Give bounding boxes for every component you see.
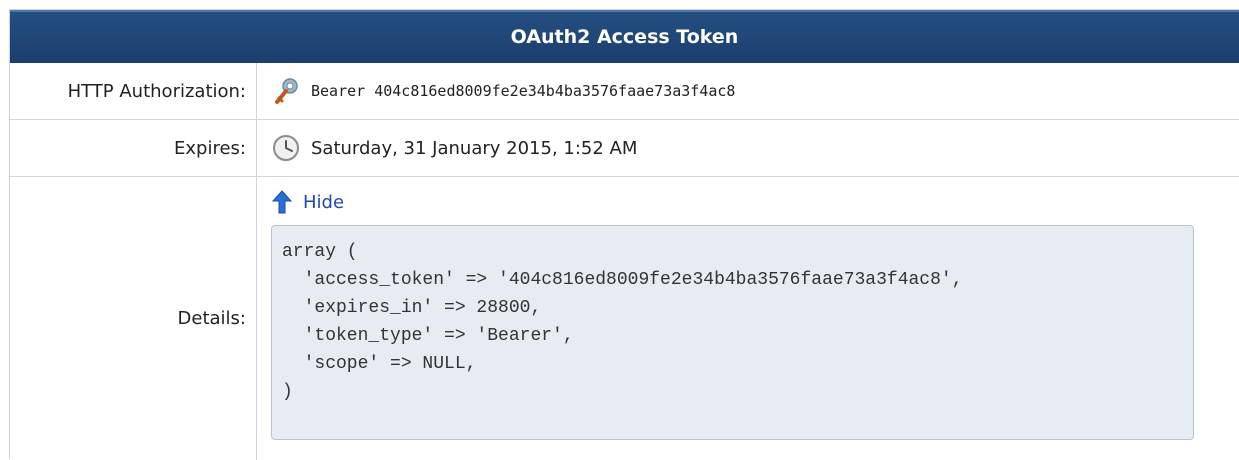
code-line: 'access_token' => '404c816ed8009fe2e34b4… xyxy=(282,270,963,290)
details-row: Details: Hide array ( 'access_token' => … xyxy=(10,177,1239,460)
authorization-token-text: Bearer 404c816ed8009fe2e34b4ba3576faae73… xyxy=(311,82,736,100)
expires-row: Expires: Saturday, 31 January 2015, 1:52… xyxy=(10,120,1239,177)
expires-date-text: Saturday, 31 January 2015, 1:52 AM xyxy=(311,137,638,159)
details-value-cell: Hide array ( 'access_token' => '404c816e… xyxy=(257,177,1239,460)
panel-title: OAuth2 Access Token xyxy=(10,10,1239,63)
expires-label: Expires: xyxy=(10,120,257,176)
authorization-value-cell: Bearer 404c816ed8009fe2e34b4ba3576faae73… xyxy=(257,63,1239,119)
expires-value-cell: Saturday, 31 January 2015, 1:52 AM xyxy=(257,120,1239,176)
details-code-block: array ( 'access_token' => '404c816ed8009… xyxy=(271,225,1194,440)
hide-link-label[interactable]: Hide xyxy=(303,192,344,213)
key-icon xyxy=(275,78,298,104)
clock-icon xyxy=(273,135,299,161)
code-line: 'token_type' => 'Bearer', xyxy=(282,326,574,346)
arrow-up-icon xyxy=(271,190,293,214)
code-line: 'expires_in' => 28800, xyxy=(282,298,542,318)
code-line: ) xyxy=(282,382,293,402)
code-line: 'scope' => NULL, xyxy=(282,354,477,374)
code-line: array ( xyxy=(282,242,358,262)
hide-details-link[interactable]: Hide xyxy=(271,187,1239,217)
details-label: Details: xyxy=(10,177,257,460)
oauth2-token-panel: OAuth2 Access Token HTTP Authorization: … xyxy=(9,9,1239,460)
authorization-row: HTTP Authorization: Bearer 404c816ed8009… xyxy=(10,63,1239,120)
authorization-label: HTTP Authorization: xyxy=(10,63,257,119)
